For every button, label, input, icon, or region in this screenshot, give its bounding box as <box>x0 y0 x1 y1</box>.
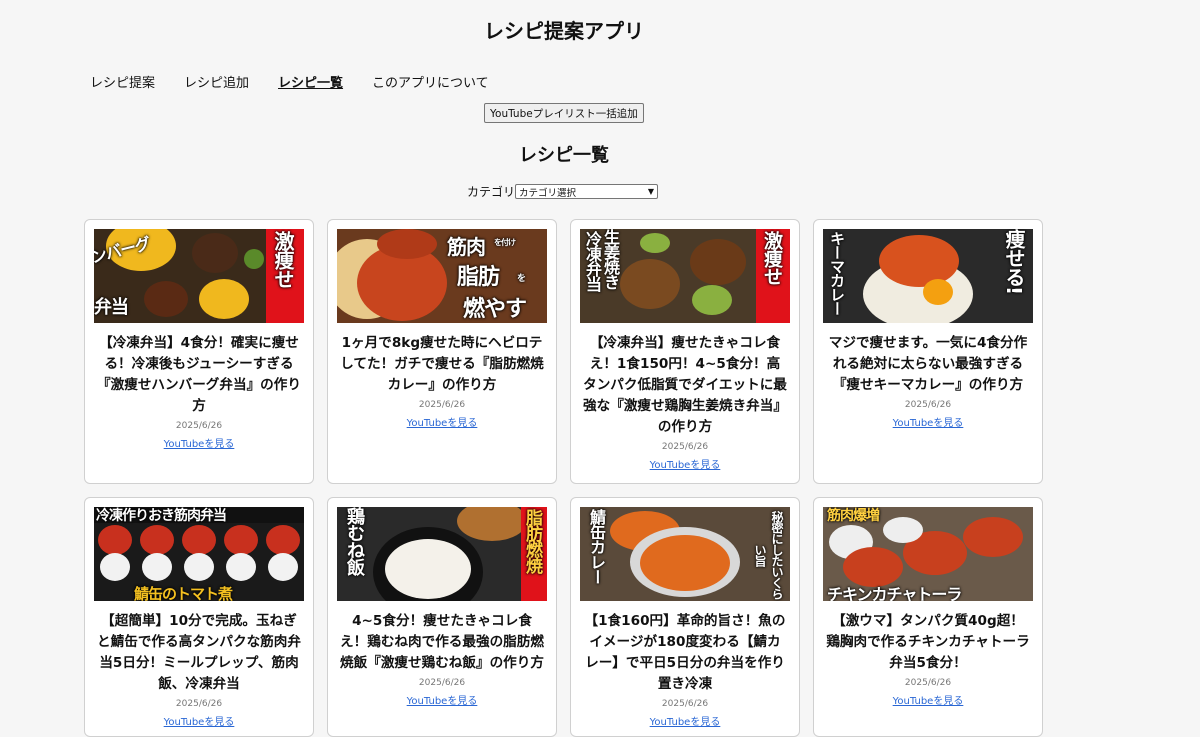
thumb-text: 鯖缶のトマト煮 <box>134 585 233 601</box>
nav-recipe-add[interactable]: レシピ追加 <box>184 72 249 91</box>
recipe-list-title: レシピ一覧 <box>519 145 609 166</box>
youtube-link[interactable]: YouTubeを見る <box>893 414 964 429</box>
recipe-title: 【冷凍弁当】痩せたきゃコレ食え！1食150円！4~5食分！高タンパク低脂質でダイ… <box>583 335 787 435</box>
recipe-card: 冷凍作りおき筋肉弁当 鯖缶のトマト煮 【超簡単】10分で完成。玉ねぎと鯖缶で作る… <box>84 497 314 737</box>
nav-recipe-suggest[interactable]: レシピ提案 <box>90 72 155 91</box>
youtube-playlist-import-button[interactable]: YouTubeプレイリスト一括追加 <box>484 103 644 123</box>
recipe-date: 2025/6/26 <box>418 400 466 410</box>
thumb-text: 冷凍弁当 <box>583 231 602 291</box>
thumb-text: 秘密にしたいくらい旨 <box>753 511 784 599</box>
recipe-title: 1ヶ月で8kg痩せた時にヘビロテしてた！ガチで痩せる『脂肪燃焼カレー』の作り方 <box>340 335 544 393</box>
thumb-text: 脂肪燃焼 <box>522 509 542 573</box>
thumb-text: 冷凍作りおき筋肉弁当 <box>96 508 227 524</box>
recipe-thumbnail[interactable]: 鯖缶カレー 秘密にしたいくらい旨 <box>580 507 790 601</box>
thumb-text: 激痩せ <box>271 231 295 288</box>
recipe-date: 2025/6/26 <box>904 400 952 410</box>
thumb-text: キーマカレー <box>828 231 846 315</box>
thumb-text: 脂肪 <box>457 265 500 290</box>
thumb-text: チキンカチャトーラ <box>827 585 962 601</box>
recipe-date: 2025/6/26 <box>661 442 709 452</box>
category-selected-value: カテゴリ選択 <box>519 187 577 199</box>
main-nav: レシピ提案 レシピ追加 レシピ一覧 このアプリについて <box>90 72 489 91</box>
thumb-text: 痩せる! <box>1002 229 1026 295</box>
recipe-date: 2025/6/26 <box>904 678 952 688</box>
recipe-date: 2025/6/26 <box>418 678 466 688</box>
thumb-text: 弁当 <box>94 297 129 318</box>
recipe-card: 激痩せ ンバーグ 弁当 【冷凍弁当】4食分！確実に痩せる！冷凍後もジューシーすぎ… <box>84 219 314 484</box>
recipe-date: 2025/6/26 <box>175 699 223 709</box>
category-label: カテゴリ <box>467 185 516 199</box>
thumb-text: 激痩せ <box>761 231 783 285</box>
thumb-text: 筋肉爆増 <box>827 508 880 524</box>
youtube-link[interactable]: YouTubeを見る <box>164 713 235 728</box>
recipe-thumbnail[interactable]: 筋肉爆増 チキンカチャトーラ <box>823 507 1033 601</box>
recipe-title: 【1食160円】革命的旨さ！魚のイメージが180度変わる【鯖カレー】で平日5日分… <box>584 613 786 692</box>
category-filter: カテゴリ カテゴリ選択 ▼ <box>467 183 659 200</box>
recipe-card: キーマカレー 痩せる! マジで痩せます。一気に4食分作れる絶対に太らない最強すぎ… <box>813 219 1043 484</box>
recipe-date: 2025/6/26 <box>661 699 709 709</box>
youtube-link[interactable]: YouTubeを見る <box>650 456 721 471</box>
recipe-card: 鯖缶カレー 秘密にしたいくらい旨 【1食160円】革命的旨さ！魚のイメージが18… <box>570 497 800 737</box>
thumb-text: 鯖缶カレー <box>587 509 606 584</box>
recipe-date: 2025/6/26 <box>175 421 223 431</box>
thumb-text: 鶏むね飯 <box>344 507 365 575</box>
recipe-thumbnail[interactable]: キーマカレー 痩せる! <box>823 229 1033 323</box>
recipe-card: 筋肉 を付け 脂肪 を 燃やす 1ヶ月で8kg痩せた時にヘビロテしてた！ガチで痩… <box>327 219 557 484</box>
chevron-down-icon: ▼ <box>647 187 655 196</box>
recipe-thumbnail[interactable]: 激痩せ ンバーグ 弁当 <box>94 229 304 323</box>
recipe-grid: 激痩せ ンバーグ 弁当 【冷凍弁当】4食分！確実に痩せる！冷凍後もジューシーすぎ… <box>84 219 1043 737</box>
youtube-link[interactable]: YouTubeを見る <box>650 713 721 728</box>
recipe-card: 筋肉爆増 チキンカチャトーラ 【激ウマ】タンパク質40g超！鶏胸肉で作るチキンカ… <box>813 497 1043 737</box>
nav-recipe-list[interactable]: レシピ一覧 <box>278 72 343 91</box>
recipe-title: 【激ウマ】タンパク質40g超！鶏胸肉で作るチキンカチャトーラ弁当5食分！ <box>826 613 1030 671</box>
youtube-link[interactable]: YouTubeを見る <box>164 435 235 450</box>
recipe-card: 鶏むね飯 脂肪燃焼 4~5食分！痩せたきゃコレ食え！鶏むね肉で作る最強の脂肪燃焼… <box>327 497 557 737</box>
nav-about[interactable]: このアプリについて <box>372 72 489 91</box>
thumb-text: 燃やす <box>463 297 527 322</box>
category-select[interactable]: カテゴリ選択 ▼ <box>515 184 659 199</box>
recipe-title: マジで痩せます。一気に4食分作れる絶対に太らない最強すぎる『痩せキーマカレー』の… <box>828 335 1028 393</box>
app-title: レシピ提案アプリ <box>484 19 644 43</box>
youtube-link[interactable]: YouTubeを見る <box>893 692 964 707</box>
recipe-thumbnail[interactable]: 筋肉 を付け 脂肪 を 燃やす <box>337 229 547 323</box>
recipe-card: 激痩せ 生姜焼き 冷凍弁当 【冷凍弁当】痩せたきゃコレ食え！1食150円！4~5… <box>570 219 800 484</box>
thumb-text: を <box>517 274 526 284</box>
recipe-title: 【超簡単】10分で完成。玉ねぎと鯖缶で作る高タンパクな筋肉弁当5日分！ミールプレ… <box>97 613 301 692</box>
youtube-link[interactable]: YouTubeを見る <box>407 692 478 707</box>
recipe-thumbnail[interactable]: 鶏むね飯 脂肪燃焼 <box>337 507 547 601</box>
recipe-thumbnail[interactable]: 激痩せ 生姜焼き 冷凍弁当 <box>580 229 790 323</box>
recipe-thumbnail[interactable]: 冷凍作りおき筋肉弁当 鯖缶のトマト煮 <box>94 507 304 601</box>
thumb-text: を付け <box>494 238 516 247</box>
thumb-text: 筋肉 <box>447 235 486 259</box>
recipe-title: 4~5食分！痩せたきゃコレ食え！鶏むね肉で作る最強の脂肪燃焼飯『激痩せ鶏むね飯』… <box>340 613 544 671</box>
youtube-link[interactable]: YouTubeを見る <box>407 414 478 429</box>
recipe-title: 【冷凍弁当】4食分！確実に痩せる！冷凍後もジューシーすぎる『激痩せハンバーグ弁当… <box>97 335 301 414</box>
